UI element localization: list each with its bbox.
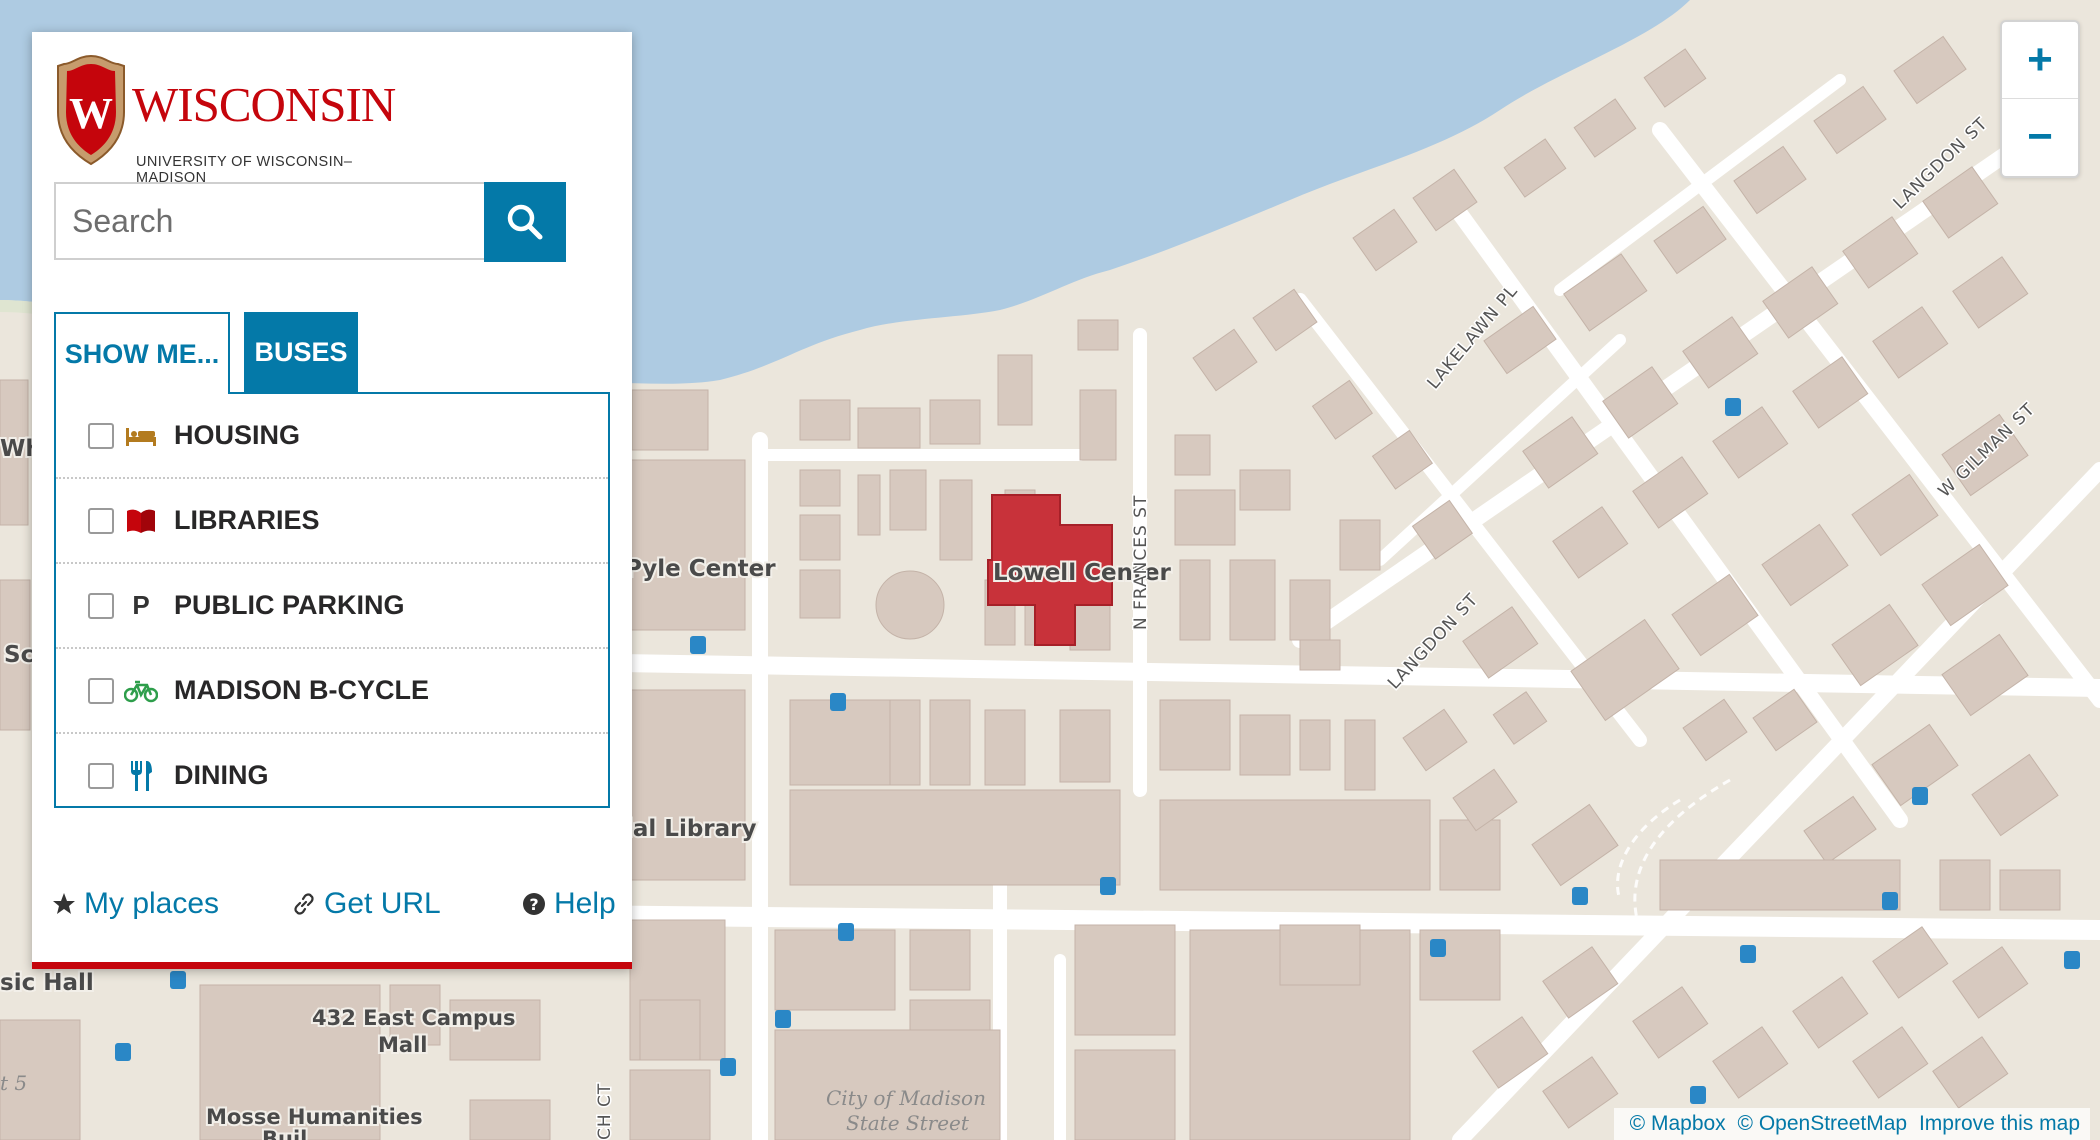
sidebar-panel: W WISCONSIN UNIVERSITY OF WISCONSIN–MADI… xyxy=(32,32,632,969)
help-link[interactable]: ? Help xyxy=(522,887,616,921)
housing-label: HOUSING xyxy=(174,420,301,450)
map-attribution: © Mapbox © OpenStreetMap Improve this ma… xyxy=(1613,1108,2090,1140)
parking-label: PUBLIC PARKING xyxy=(174,590,405,620)
search-button[interactable] xyxy=(484,182,566,262)
libraries-checkbox[interactable] xyxy=(88,507,114,534)
label-state-street: State Street xyxy=(846,1111,970,1135)
tab-show-me[interactable]: SHOW ME... xyxy=(54,312,230,394)
layer-row-libraries[interactable]: LIBRARIES xyxy=(56,479,608,564)
get-url-link[interactable]: Get URL xyxy=(292,887,441,921)
label-left-t5: t 5 xyxy=(0,1071,27,1095)
zoom-control: + − xyxy=(2000,20,2080,178)
label-pyle-center: Pyle Center xyxy=(625,556,776,582)
osm-link[interactable]: © OpenStreetMap xyxy=(1738,1112,1908,1135)
layer-row-housing[interactable]: HOUSING xyxy=(56,394,608,479)
uw-madison-logo[interactable]: W WISCONSIN UNIVERSITY OF WISCONSIN–MADI… xyxy=(52,54,412,186)
bicycle-icon xyxy=(124,674,158,708)
parking-icon: P xyxy=(132,590,150,620)
label-east-campus: 432 East Campus xyxy=(312,1006,515,1030)
layer-row-parking[interactable]: P PUBLIC PARKING xyxy=(56,564,608,649)
label-left-sc: Sc xyxy=(4,642,34,668)
label-music-hall: sic Hall xyxy=(0,970,94,996)
dining-checkbox[interactable] xyxy=(88,762,114,789)
wisconsin-wordmark: WISCONSIN xyxy=(132,77,396,132)
street-n-frances: N FRANCES ST xyxy=(1131,495,1151,630)
mapbox-link[interactable]: © Mapbox xyxy=(1630,1112,1726,1135)
layer-row-bcycle[interactable]: MADISON B-CYCLE xyxy=(56,649,608,734)
bcycle-label: MADISON B-CYCLE xyxy=(174,675,429,705)
libraries-label: LIBRARIES xyxy=(174,505,320,535)
search-icon xyxy=(507,204,543,240)
label-mosse-humanities-2: Buil xyxy=(262,1127,307,1140)
label-mosse-humanities: Mosse Humanities xyxy=(206,1105,423,1129)
zoom-in-button[interactable]: + xyxy=(2002,22,2078,99)
my-places-link[interactable]: My places xyxy=(52,887,219,921)
label-east-campus-mall: Mall xyxy=(378,1033,427,1057)
zoom-out-button[interactable]: − xyxy=(2002,99,2078,175)
uw-crest-icon: W xyxy=(57,54,125,166)
dining-label: DINING xyxy=(174,760,269,790)
layer-list: HOUSING LIBRARIES P PUBLIC PARKING MADIS… xyxy=(54,392,610,808)
bed-icon xyxy=(124,419,158,453)
search-input[interactable] xyxy=(54,182,534,260)
label-memorial-library: ial Library xyxy=(625,816,757,842)
svg-text:?: ? xyxy=(529,895,538,914)
parking-checkbox[interactable] xyxy=(88,592,114,619)
housing-checkbox[interactable] xyxy=(88,422,114,449)
utensils-icon xyxy=(124,759,158,793)
link-icon xyxy=(294,893,314,915)
star-icon xyxy=(53,893,75,914)
street-ch-ct: CH CT xyxy=(595,1083,615,1140)
improve-map-link[interactable]: Improve this map xyxy=(1919,1112,2080,1135)
book-icon xyxy=(124,504,158,538)
label-city-of-madison: City of Madison xyxy=(826,1086,986,1110)
bcycle-checkbox[interactable] xyxy=(88,677,114,704)
svg-text:W: W xyxy=(69,89,113,138)
tab-buses[interactable]: BUSES xyxy=(244,312,358,392)
help-icon: ? xyxy=(523,893,545,915)
layer-row-dining[interactable]: DINING xyxy=(56,734,608,817)
